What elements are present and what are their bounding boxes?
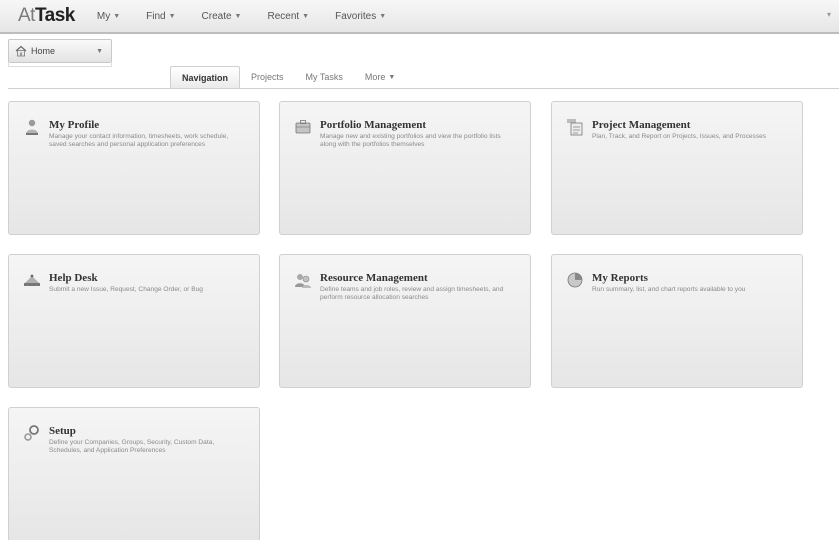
menu-my[interactable]: My ▼ xyxy=(89,11,128,22)
chevron-down-icon: ▼ xyxy=(168,12,176,20)
chevron-down-icon: ▼ xyxy=(96,47,103,55)
page-tabs: Navigation Projects My Tasks More ▼ xyxy=(170,66,406,88)
tile-description: Manage your contact information, timeshe… xyxy=(49,133,229,149)
user-menu-toggle[interactable]: ▾ xyxy=(827,10,831,19)
logo-text: Task xyxy=(34,5,75,26)
tile-title: Help Desk xyxy=(49,272,98,284)
top-menu: My ▼ Find ▼ Create ▼ Recent ▼ Favorites ▼ xyxy=(89,11,404,22)
home-dropdown-button[interactable]: Home ▼ xyxy=(8,39,112,63)
resource-icon xyxy=(294,271,312,289)
help-desk-icon xyxy=(23,271,41,289)
chevron-down-icon: ▼ xyxy=(302,12,310,20)
tile-help-desk[interactable]: Help Desk Submit a new Issue, Request, C… xyxy=(8,254,260,388)
tile-title: Portfolio Management xyxy=(320,119,426,131)
menu-my-label: My xyxy=(96,10,111,22)
tab-projects[interactable]: Projects xyxy=(240,66,295,88)
tile-title: Project Management xyxy=(592,119,691,131)
tile-setup[interactable]: Setup Define your Companies, Groups, Sec… xyxy=(8,407,260,540)
tile-description: Run summary, list, and chart reports ava… xyxy=(592,286,746,293)
tile-title: My Profile xyxy=(49,119,100,131)
chevron-down-icon: ▼ xyxy=(113,12,121,20)
tab-divider xyxy=(8,88,839,89)
tile-description: Plan, Track, and Report on Projects, Iss… xyxy=(592,133,767,140)
tile-description: Manage new and existing portfolios and v… xyxy=(320,133,501,149)
tab-more[interactable]: More ▼ xyxy=(354,66,406,88)
attask-logo[interactable]: AtTask xyxy=(18,5,75,27)
menu-recent[interactable]: Recent ▼ xyxy=(259,11,317,22)
chevron-down-icon: ▼ xyxy=(388,73,396,81)
top-navigation-bar: AtTask My ▼ Find ▼ Create ▼ Recent ▼ Favorit… xyxy=(0,0,839,34)
home-dropdown-shadow xyxy=(8,63,112,67)
tile-resource-management[interactable]: Resource Management Define teams and job… xyxy=(279,254,531,388)
tile-my-reports[interactable]: My Reports Run summary, list, and chart … xyxy=(551,254,803,388)
menu-find[interactable]: Find ▼ xyxy=(138,11,183,22)
home-button-label: Home xyxy=(31,46,56,56)
tab-my-tasks-label: My Tasks xyxy=(305,72,343,82)
profile-icon xyxy=(23,118,41,136)
reports-icon xyxy=(566,271,584,289)
tab-more-label: More xyxy=(364,72,386,82)
tab-navigation-label: Navigation xyxy=(182,72,229,83)
tile-description: Define teams and job roles, review and a… xyxy=(320,286,504,302)
home-icon xyxy=(15,45,27,57)
menu-favorites[interactable]: Favorites ▼ xyxy=(327,11,394,22)
tab-my-tasks[interactable]: My Tasks xyxy=(295,66,354,88)
menu-find-label: Find xyxy=(146,10,166,22)
logo-mark: At xyxy=(18,5,35,26)
tile-portfolio-management[interactable]: Portfolio Management Manage new and exis… xyxy=(279,101,531,235)
tab-navigation[interactable]: Navigation xyxy=(170,66,241,88)
tile-title: Resource Management xyxy=(320,272,428,284)
tile-title: My Reports xyxy=(592,272,648,284)
chevron-down-icon: ▼ xyxy=(379,12,387,20)
chevron-down-icon: ▼ xyxy=(234,12,242,20)
tile-title: Setup xyxy=(49,425,76,437)
menu-create-label: Create xyxy=(201,10,232,22)
menu-recent-label: Recent xyxy=(267,10,300,22)
tile-my-profile[interactable]: My Profile Manage your contact informati… xyxy=(8,101,260,235)
tile-description: Define your Companies, Groups, Security,… xyxy=(49,439,215,455)
tile-description: Submit a new Issue, Request, Change Orde… xyxy=(49,286,203,293)
tab-projects-label: Projects xyxy=(251,72,284,82)
project-icon xyxy=(566,118,584,136)
menu-create[interactable]: Create ▼ xyxy=(194,11,250,22)
tile-project-management[interactable]: Project Management Plan, Track, and Repo… xyxy=(551,101,803,235)
menu-favorites-label: Favorites xyxy=(335,10,377,22)
setup-icon xyxy=(23,424,41,442)
portfolio-icon xyxy=(294,118,312,136)
